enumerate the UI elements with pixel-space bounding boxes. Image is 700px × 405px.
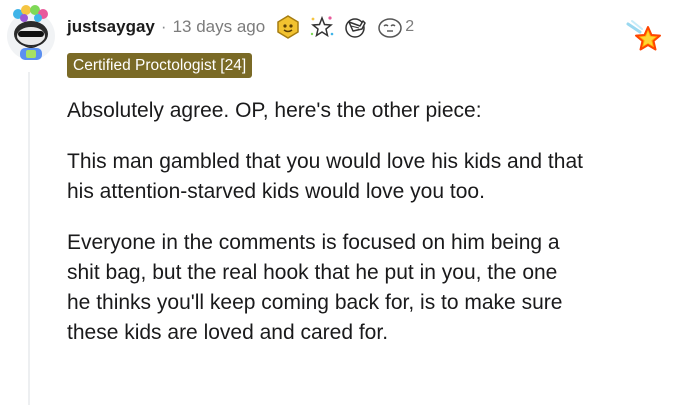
- username-link[interactable]: justsaygay: [67, 17, 155, 37]
- thread-line[interactable]: [28, 72, 30, 405]
- snoo-avatar-icon: [7, 5, 55, 60]
- gold-badge-icon: [275, 14, 301, 40]
- text-line: Everyone in the comments is focused on h…: [67, 231, 560, 254]
- sparkle-star-icon: [309, 14, 335, 40]
- paragraph: Everyone in the comments is focused on h…: [67, 228, 700, 348]
- awards-list[interactable]: 2: [275, 14, 414, 40]
- give-award-button[interactable]: [624, 18, 666, 60]
- text-line: his attention-starved kids would love yo…: [67, 180, 485, 203]
- avatar[interactable]: [4, 4, 58, 62]
- award-count: 2: [405, 18, 415, 35]
- timestamp-link[interactable]: 13 days ago: [173, 17, 266, 37]
- paragraph: This man gambled that you would love his…: [67, 147, 700, 207]
- facepalm-icon: [343, 14, 369, 40]
- shooting-star-icon: [626, 20, 661, 51]
- text-line: these kids are loved and cared for.: [67, 321, 389, 344]
- user-flair: Certified Proctologist [24]: [67, 53, 253, 78]
- thinking-face-icon: [377, 14, 403, 40]
- text-line: he thinks you'll keep coming back for, i…: [67, 291, 563, 314]
- text-line: This man gambled that you would love his…: [67, 150, 583, 173]
- text-line: shit bag, but the real hook that he put …: [67, 261, 558, 284]
- comment-meta: justsaygay · 13 days ago 2: [67, 12, 414, 42]
- comment: justsaygay · 13 days ago 2 Certified Pro…: [0, 0, 700, 405]
- meta-separator: ·: [160, 17, 167, 36]
- paragraph: Absolutely agree. OP, here's the other p…: [67, 96, 700, 126]
- comment-body: Absolutely agree. OP, here's the other p…: [67, 96, 700, 369]
- text-line: Absolutely agree. OP, here's the other p…: [67, 99, 482, 122]
